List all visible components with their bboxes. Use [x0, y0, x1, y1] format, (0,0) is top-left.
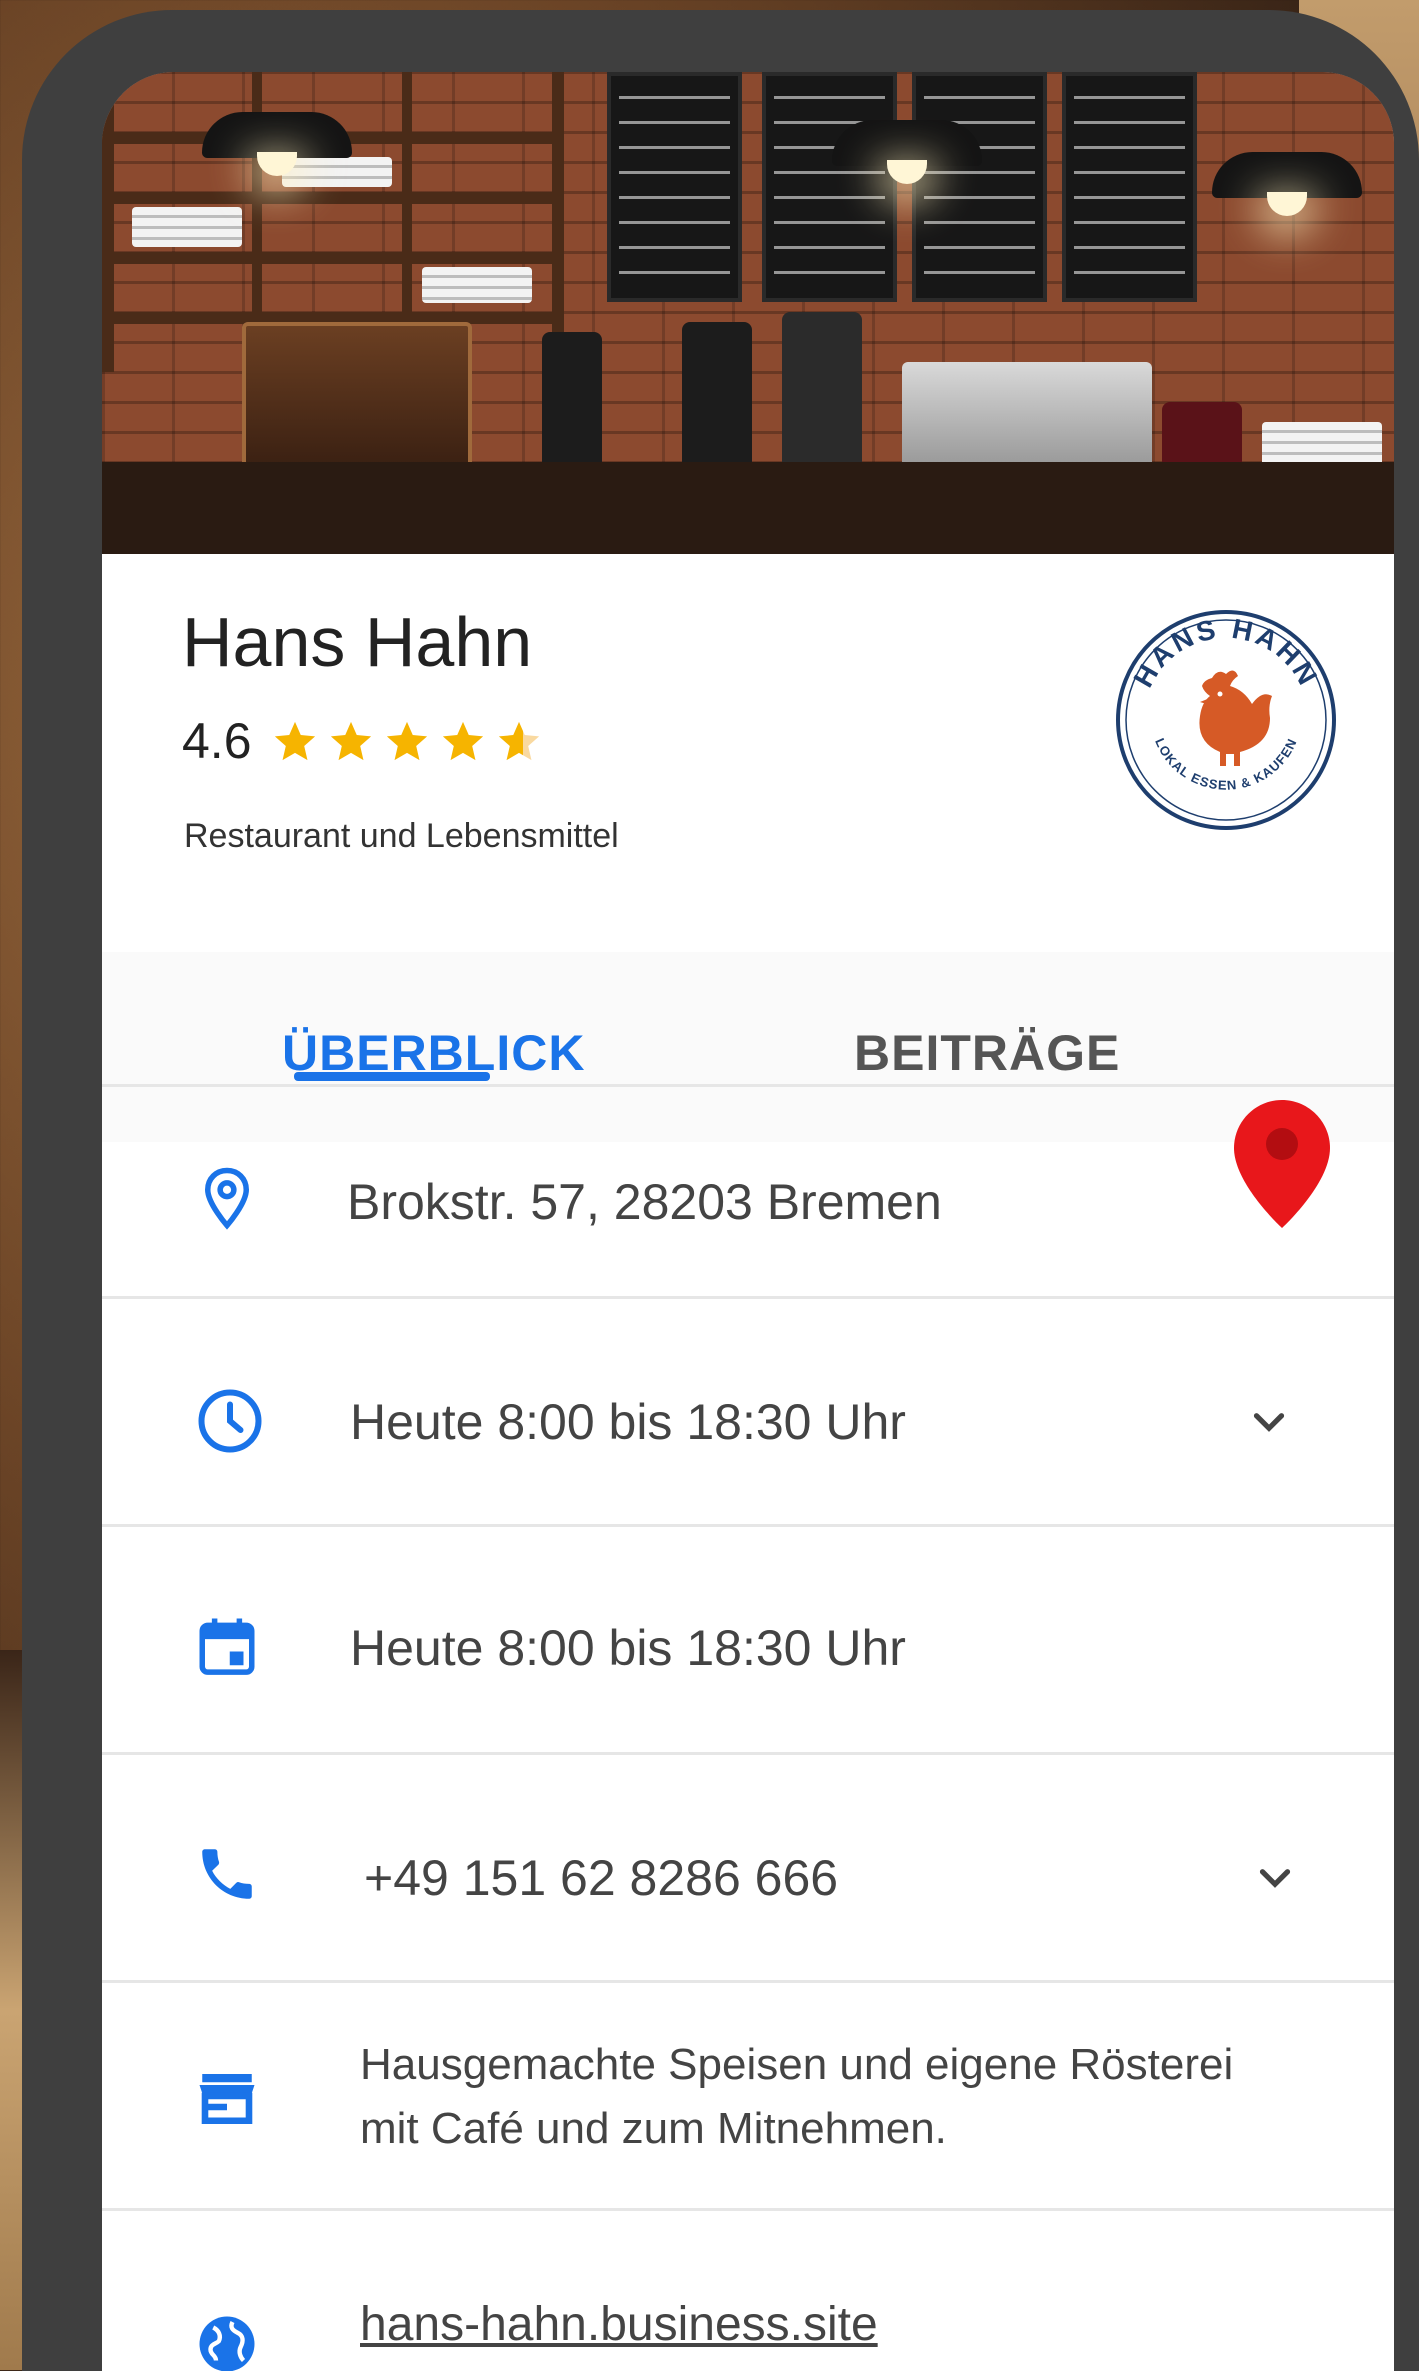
star-icon [442, 721, 483, 761]
active-tab-indicator [294, 1072, 490, 1081]
grinder [542, 332, 602, 482]
map-pin-icon[interactable] [1234, 1100, 1330, 1228]
shelf [552, 72, 564, 372]
address-row[interactable]: Brokstr. 57, 28203 Bremen [102, 1084, 1394, 1312]
business-category: Restaurant und Lebensmittel [184, 817, 619, 855]
calendar-icon [199, 1618, 255, 1675]
star-icon [274, 721, 315, 761]
menu-board [762, 72, 897, 302]
pendant-lamp [202, 112, 352, 176]
business-logo: HANS HAHN LOKAL ESSEN & KAUFEN [1116, 610, 1336, 830]
chevron-down-icon[interactable] [1244, 1397, 1294, 1447]
shelf [102, 72, 114, 372]
hours-row[interactable]: Heute 8:00 bis 18:30 Uhr [102, 1296, 1394, 1524]
menu-board [607, 72, 742, 302]
rating-stars [272, 718, 542, 764]
phone-frame: Hans Hahn 4.6 Restaurant und Lebensmitte… [22, 10, 1419, 2371]
cups [132, 207, 242, 247]
menu-board [912, 72, 1047, 302]
star-icon [386, 721, 427, 761]
description-line-1: Hausgemachte Speisen und eigene Rösterei [360, 2040, 1234, 2089]
special-hours-text: Heute 8:00 bis 18:30 Uhr [350, 1620, 906, 1676]
display-case [242, 322, 472, 472]
rating-value: 4.6 [182, 713, 252, 769]
phone-row[interactable]: +49 151 62 8286 666 [102, 1752, 1394, 1980]
storefront-icon [199, 2074, 255, 2125]
cups [282, 157, 392, 187]
cups [422, 267, 532, 303]
tab-posts[interactable]: BEITRÄGE [854, 1024, 1120, 1082]
shelf [102, 252, 562, 264]
clock-icon [198, 1389, 262, 1453]
shelf [102, 192, 562, 204]
globe-icon [199, 2316, 255, 2371]
counter [102, 462, 1394, 554]
special-hours-row[interactable]: Heute 8:00 bis 18:30 Uhr [102, 1524, 1394, 1752]
half-star-icon [498, 721, 539, 761]
phone-screen: Hans Hahn 4.6 Restaurant und Lebensmitte… [102, 72, 1394, 2371]
address-text: Brokstr. 57, 28203 Bremen [347, 1174, 942, 1230]
rating-row[interactable]: 4.6 [182, 712, 542, 770]
business-name: Hans Hahn [182, 603, 533, 681]
menu-board [1062, 72, 1197, 302]
phone-icon [202, 1849, 252, 1899]
pendant-lamp [832, 120, 982, 184]
location-pin-icon [204, 1167, 250, 1230]
description-line-2: mit Café und zum Mitnehmen. [360, 2104, 947, 2153]
chevron-down-icon[interactable] [1250, 1853, 1300, 1903]
hours-text: Heute 8:00 bis 18:30 Uhr [350, 1394, 906, 1450]
pendant-lamp [1212, 152, 1362, 216]
cover-photo[interactable] [102, 72, 1394, 554]
website-row[interactable]: hans-hahn.business.site [102, 2208, 1394, 2371]
star-icon [330, 721, 371, 761]
website-link[interactable]: hans-hahn.business.site [360, 2293, 878, 2357]
description-row: Hausgemachte Speisen und eigene Rösterei… [102, 1980, 1394, 2208]
phone-text[interactable]: +49 151 62 8286 666 [364, 1849, 838, 1907]
